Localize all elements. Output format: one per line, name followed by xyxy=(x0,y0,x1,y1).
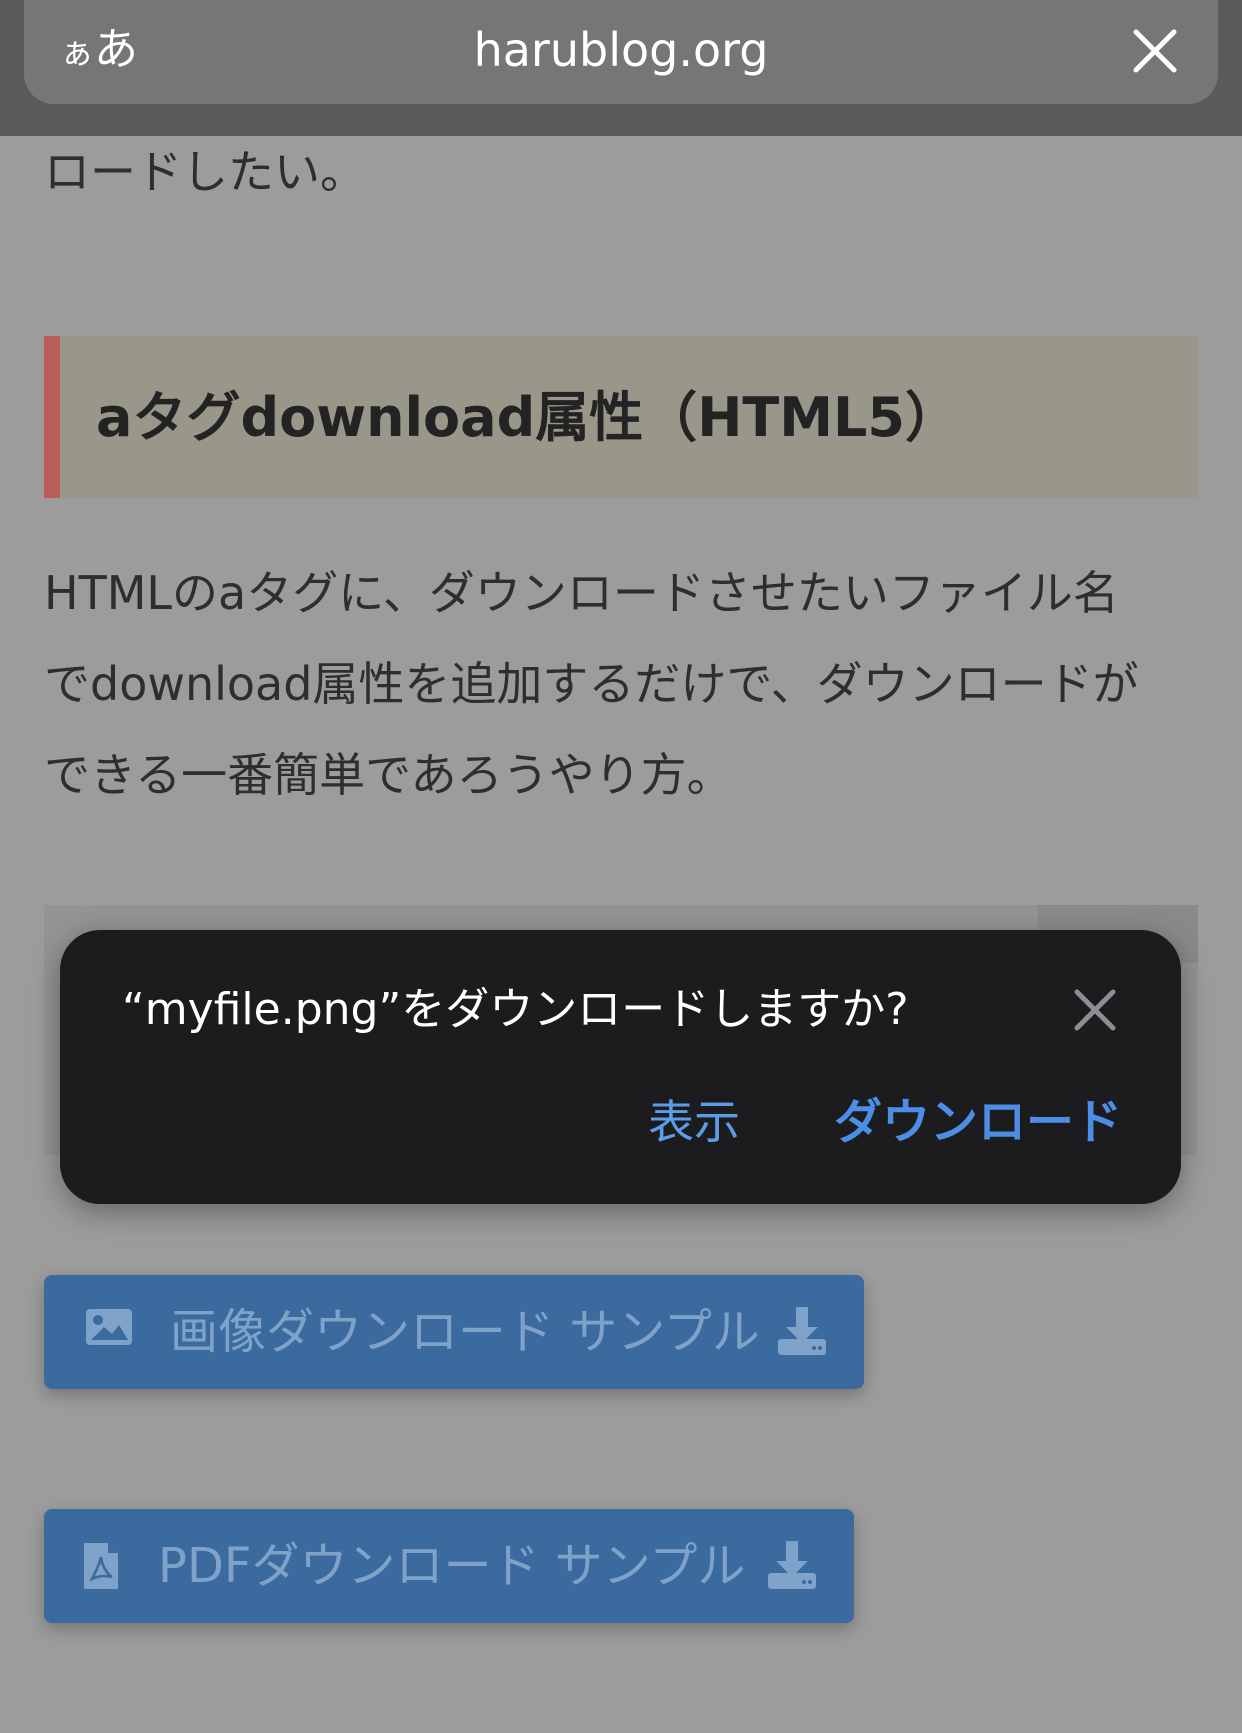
url-text: harublog.org xyxy=(473,23,769,77)
image-icon xyxy=(86,1309,132,1345)
section-heading: aタグdownload属性（HTML5） xyxy=(44,336,1198,498)
article-paragraph: HTMLのaタグに、ダウンロードさせたいファイル名 でdownload属性を追加… xyxy=(44,548,1204,821)
download-icon xyxy=(778,1307,826,1355)
popup-message: “myfile.png”をダウンロードしますか? xyxy=(122,984,909,1035)
image-download-label: 画像ダウンロード サンプル xyxy=(170,1304,760,1360)
pdf-download-label: PDFダウンロード サンプル xyxy=(158,1538,746,1594)
paragraph-line: でdownload属性を追加するだけで、ダウンロードが xyxy=(44,657,1139,711)
image-download-button[interactable]: 画像ダウンロード サンプル xyxy=(44,1275,864,1389)
browser-top-bar: ぁあ harublog.org xyxy=(0,0,1242,136)
paragraph-line: HTMLのaタグに、ダウンロードさせたいファイル名 xyxy=(44,566,1119,620)
show-button[interactable]: 表示 xyxy=(648,1092,740,1152)
popup-close-icon[interactable] xyxy=(1073,988,1117,1032)
pdf-file-icon xyxy=(84,1543,118,1589)
heading-text: aタグdownload属性（HTML5） xyxy=(96,386,959,449)
paragraph-line: できる一番簡単であろうやり方。 xyxy=(44,748,733,802)
address-bar[interactable]: ぁあ harublog.org xyxy=(24,0,1218,104)
heading-accent-bar xyxy=(44,336,60,498)
pdf-download-button[interactable]: PDFダウンロード サンプル xyxy=(44,1509,854,1623)
article-text-fragment: ロードしたい。 xyxy=(44,145,366,199)
download-icon xyxy=(768,1541,816,1589)
close-icon[interactable] xyxy=(1130,26,1180,76)
download-button[interactable]: ダウンロード xyxy=(834,1090,1122,1154)
download-confirmation-popup: “myfile.png”をダウンロードしますか? 表示 ダウンロード xyxy=(60,930,1181,1204)
